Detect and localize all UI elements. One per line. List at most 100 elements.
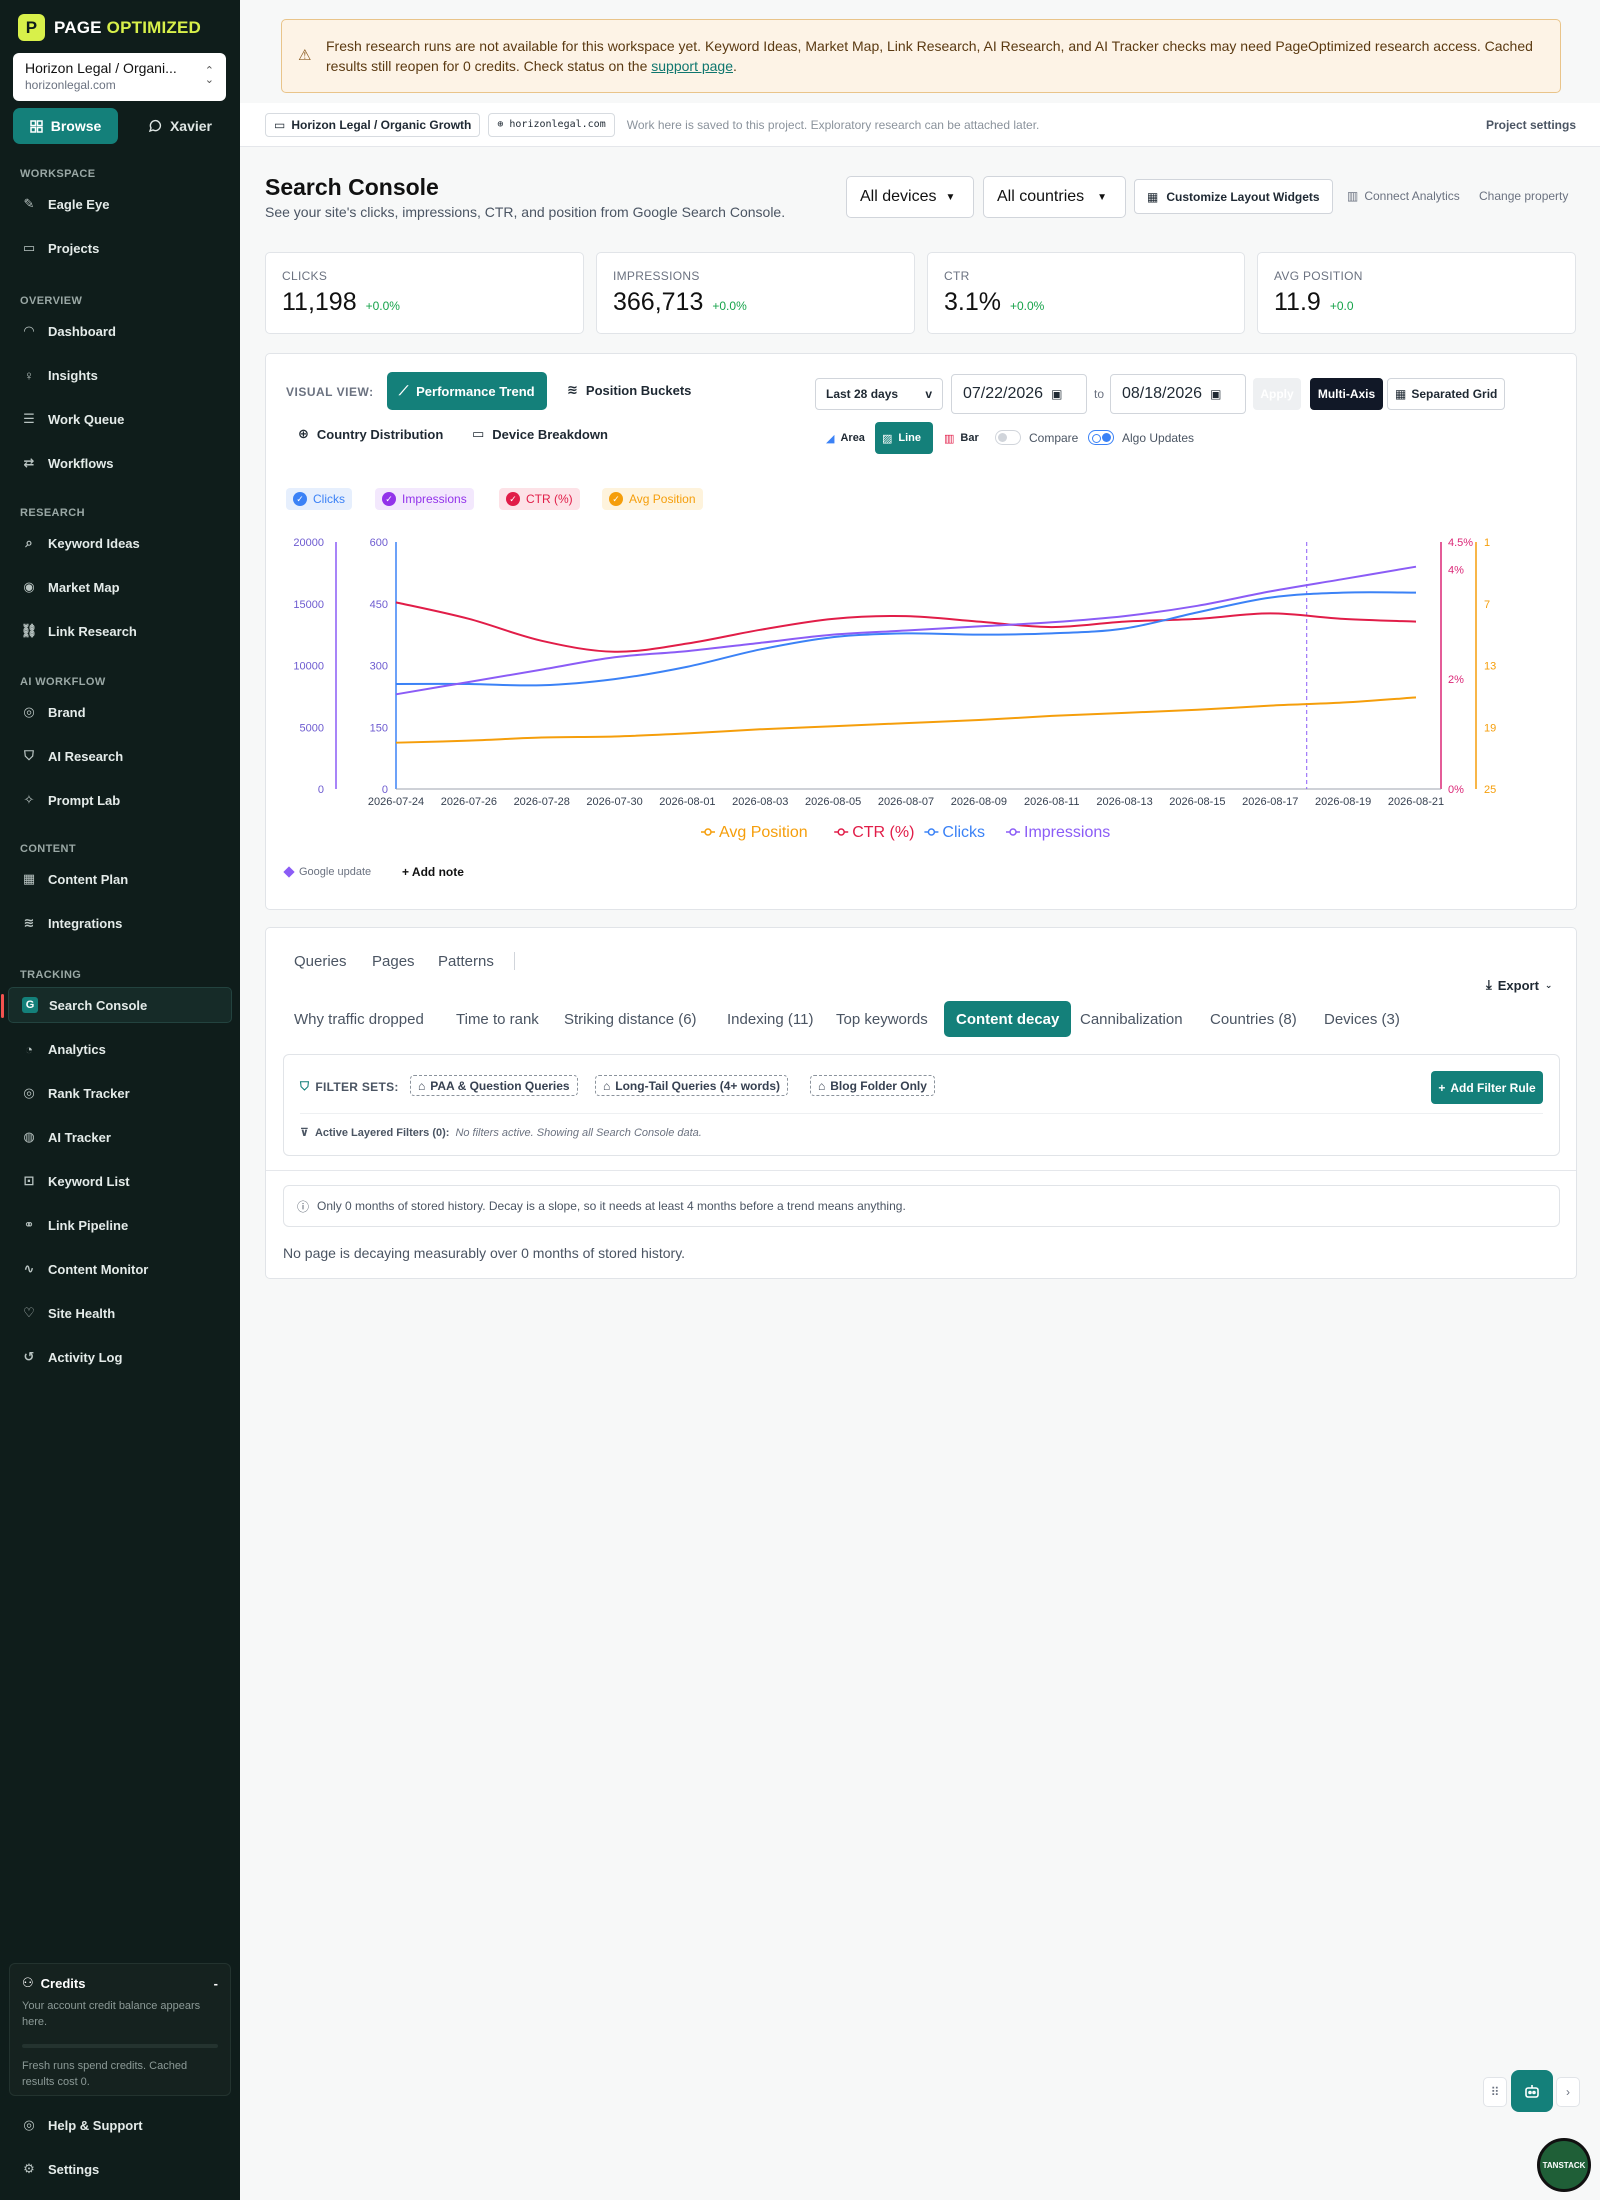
tab-devices[interactable]: Devices (3) (1324, 1001, 1400, 1037)
change-property-label: Change property (1479, 189, 1569, 203)
sidebar-item-workflows[interactable]: ⇄ Workflows (8, 445, 232, 481)
filter-set-label: Long-Tail Queries (4+ words) (615, 1078, 781, 1093)
clicks-tick-label: 0 (318, 784, 324, 796)
sidebar-item-brand[interactable]: ◎ Brand (8, 694, 232, 730)
position-tick-label: 25 (1484, 784, 1496, 796)
projects-icon: ▭ (22, 240, 36, 255)
sidebar-item-work-queue[interactable]: ☰ Work Queue (8, 401, 232, 437)
sidebar-item-content-monitor[interactable]: ∿ Content Monitor (8, 1251, 232, 1287)
support-page-link[interactable]: support page (651, 58, 733, 74)
connect-analytics-link[interactable]: ▥ Connect Analytics (1347, 189, 1460, 203)
x-tick-label: 2026-08-03 (732, 796, 788, 808)
series-line-ctr- (395, 601, 1417, 653)
map-icon: ◉ (23, 579, 35, 594)
sidebar-item-label: Brand (48, 704, 86, 720)
project-switcher[interactable]: Horizon Legal / Organi... horizonlegal.c… (13, 53, 226, 101)
tab-divider (514, 952, 515, 970)
sidebar-item-link-research[interactable]: ⛓ Link Research (8, 613, 232, 649)
project-note: Work here is saved to this project. Expl… (626, 117, 1040, 132)
sidebar-section-title: TRACKING (20, 969, 82, 981)
x-tick-label: 2026-07-26 (441, 796, 497, 808)
add-note-label: Add note (411, 865, 464, 879)
sparkle-icon: ✧ (23, 792, 35, 807)
export-button[interactable]: ⤓ Export ⌄ (1486, 977, 1552, 993)
link-icon: ⛓ (20, 623, 38, 638)
grid-icon (29, 119, 43, 133)
sidebar-item-ai-research[interactable]: ⛉ AI Research (8, 738, 232, 774)
sidebar-item-market-map[interactable]: ◉ Market Map (8, 569, 232, 605)
sidebar-item-keyword-ideas[interactable]: ⌕ Keyword Ideas (8, 525, 232, 561)
filter-set-chip[interactable]: ⌂ PAA & Question Queries (410, 1075, 578, 1096)
project-name: Horizon Legal / Organi... (25, 60, 177, 76)
legend-marker (1009, 828, 1017, 836)
xavier-label: Xavier (169, 118, 213, 134)
research-warning-banner: ⚠ Fresh research runs are not available … (281, 19, 1561, 93)
sidebar-item-analytics[interactable]: ◔ Analytics (8, 1031, 232, 1067)
settings-link[interactable]: ⚙ Settings (8, 2151, 232, 2187)
sidebar-item-eagle-eye[interactable]: ✎ Eagle Eye (8, 186, 232, 222)
ctr-tick-label: 0% (1448, 784, 1464, 796)
drag-handle[interactable]: ⠿ (1483, 2077, 1507, 2107)
tab-top-keywords[interactable]: Top keywords (836, 1001, 928, 1037)
metric-delta: +0.0 (1329, 299, 1354, 313)
tab-pages[interactable]: Pages (372, 953, 415, 970)
tab-why-traffic-dropped[interactable]: Why traffic dropped (294, 1001, 424, 1037)
tab-time-to-rank[interactable]: Time to rank (456, 1001, 539, 1037)
tab-striking-distance[interactable]: Striking distance (6) (564, 1001, 697, 1037)
sidebar-item-content-plan[interactable]: ▦ Content Plan (8, 861, 232, 897)
sidebar-item-ai-tracker[interactable]: ◍ AI Tracker (8, 1119, 232, 1155)
xavier-tab[interactable]: Xavier (130, 108, 230, 144)
tab-content-decay[interactable]: Content decay (944, 1001, 1072, 1037)
legend-marker (837, 828, 845, 836)
sidebar-item-dashboard[interactable]: ◠ Dashboard (8, 313, 232, 349)
tab-queries[interactable]: Queries (294, 953, 347, 970)
change-property-link[interactable]: Change property (1479, 189, 1568, 203)
x-tick-label: 2026-08-13 (1096, 796, 1152, 808)
workflow-icon: ⇄ (23, 455, 35, 470)
customize-layout-button[interactable]: ▦ Customize Layout Widgets (1134, 179, 1333, 214)
tab-indexing[interactable]: Indexing (11) (727, 1001, 813, 1037)
analysis-panel: Queries Pages Patterns ⤓ Export ⌄ Why traf… (265, 927, 1577, 1279)
sidebar-item-insights[interactable]: ♀ Insights (8, 357, 232, 393)
metric-value: 11.9 (1274, 288, 1321, 316)
project-settings-link[interactable]: Project settings (1486, 118, 1576, 132)
sidebar-item-keyword-list[interactable]: ⊡ Keyword List (8, 1163, 232, 1199)
sidebar-item-prompt-lab[interactable]: ✧ Prompt Lab (8, 782, 232, 818)
help-support-link[interactable]: ◎ Help & Support (8, 2107, 232, 2143)
filter-set-chip[interactable]: ⌂ Blog Folder Only (810, 1075, 935, 1096)
tab-patterns[interactable]: Patterns (438, 953, 494, 970)
domain-chip[interactable]: ⊕ horizonlegal.com (488, 112, 615, 137)
sidebar-item-rank-tracker[interactable]: ◎ Rank Tracker (8, 1075, 232, 1111)
x-tick-label: 2026-08-21 (1388, 796, 1444, 808)
chevron-right-icon[interactable]: › (1556, 2077, 1580, 2107)
sidebar-item-link-pipeline[interactable]: ⚭ Link Pipeline (8, 1207, 232, 1243)
assistant-bot-button[interactable] (1511, 2070, 1553, 2112)
browse-tab[interactable]: Browse (13, 108, 118, 144)
customize-label: Customize Layout Widgets (1166, 189, 1320, 204)
filter-set-chip[interactable]: ⌂ Long-Tail Queries (4+ words) (595, 1075, 789, 1096)
sidebar-item-site-health[interactable]: ♡ Site Health (8, 1295, 232, 1331)
brand-logo[interactable]: P PAGE OPTIMIZED (18, 14, 201, 41)
x-tick-label: 2026-08-19 (1315, 796, 1371, 808)
tanstack-devtools-badge[interactable]: TANSTACK (1537, 2138, 1591, 2192)
sidebar-item-projects[interactable]: ▭ Projects (8, 230, 232, 266)
credits-collapse-button[interactable]: - (214, 1976, 218, 1991)
add-filter-rule-button[interactable]: + Add Filter Rule (1431, 1071, 1543, 1104)
tab-cannibalization[interactable]: Cannibalization (1080, 1001, 1183, 1037)
device-select[interactable]: All devices ▼ (846, 176, 974, 218)
briefcase-icon: ▭ (274, 117, 286, 132)
gauge-icon: ◠ (24, 323, 34, 338)
info-icon: ⓘ (297, 1199, 310, 1214)
sidebar-item-activity-log[interactable]: ↺ Activity Log (8, 1339, 232, 1375)
sidebar-item-search-console[interactable]: G Search Console (1, 987, 232, 1023)
add-note-button[interactable]: + Add note (402, 865, 464, 879)
chevron-updown-icon: ⌃ ⌄ (204, 65, 214, 86)
performance-line-chart: 20000 15000 10000 5000 0 600 450 300 150 0 4.5% 4% 2… (293, 537, 1496, 841)
sidebar-item-label: Dashboard (48, 323, 116, 339)
impressions-tick-label: 300 (370, 661, 388, 673)
tab-countries[interactable]: Countries (8) (1210, 1001, 1297, 1037)
project-chip[interactable]: ▭ Horizon Legal / Organic Growth (265, 112, 481, 137)
country-select[interactable]: All countries ▼ (983, 176, 1126, 218)
sidebar-item-integrations[interactable]: ≋ Integrations (8, 905, 232, 941)
brand-name: PAGE (54, 17, 102, 37)
